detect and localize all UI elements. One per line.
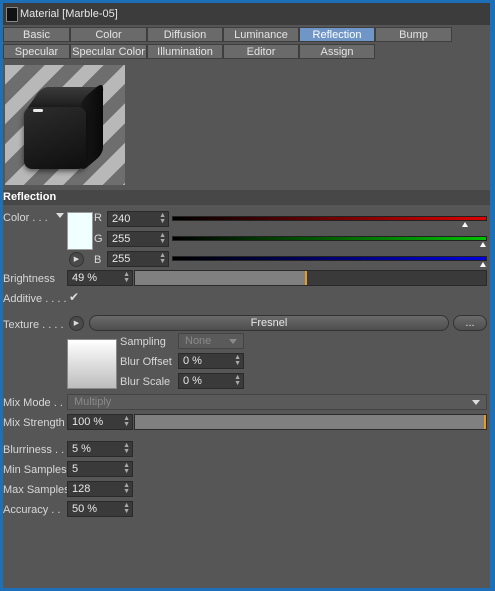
max-samples-label: Max Samples <box>3 484 70 496</box>
texture-label: Texture . . . . <box>3 319 64 331</box>
mix-strength-spinner-icon[interactable]: ▲ ▼ <box>123 415 130 428</box>
g-value-field[interactable]: 255 ▲ ▼ <box>107 231 169 247</box>
title-bar: Material [Marble-05] <box>3 3 490 25</box>
r-spinner-icon[interactable]: ▲ ▼ <box>159 212 166 225</box>
color-label: Color . . . <box>3 212 48 224</box>
blurriness-spinner-icon[interactable]: ▲ ▼ <box>123 442 130 455</box>
brightness-handle[interactable] <box>304 271 307 285</box>
texture-preview[interactable] <box>67 339 117 389</box>
window-title: Material [Marble-05] <box>20 8 118 20</box>
tab-illumination[interactable]: Illumination <box>147 44 223 59</box>
color-mode-button[interactable]: ▶ <box>69 252 84 267</box>
max-samples-spinner-icon[interactable]: ▲ ▼ <box>123 482 130 495</box>
texture-shader-name: Fresnel <box>250 317 288 329</box>
brightness-fill <box>135 271 307 285</box>
mix-strength-field[interactable]: 100 % ▲ ▼ <box>67 414 133 430</box>
tab-basic[interactable]: Basic <box>3 27 70 42</box>
tab-assign[interactable]: Assign <box>299 44 375 59</box>
blur-offset-label: Blur Offset <box>120 356 172 368</box>
texture-menu-button[interactable]: ▶ <box>69 316 84 331</box>
tab-color[interactable]: Color <box>70 27 147 42</box>
mix-strength-handle[interactable] <box>484 415 486 429</box>
blur-scale-value: 0 % <box>183 375 202 387</box>
blur-scale-field[interactable]: 0 % ▲ ▼ <box>178 373 244 389</box>
g-slider-handle[interactable] <box>480 242 486 247</box>
texture-more-button[interactable]: ... <box>453 315 487 331</box>
mix-mode-label: Mix Mode . . . <box>3 397 70 409</box>
additive-checkbox[interactable]: ✔ <box>69 290 79 304</box>
b-label: B <box>94 254 102 266</box>
tab-diffusion[interactable]: Diffusion <box>147 27 223 42</box>
material-editor-window: Material [Marble-05] Basic Color Diffusi… <box>3 3 490 588</box>
brightness-field[interactable]: 49 % ▲ ▼ <box>67 270 133 286</box>
blur-offset-field[interactable]: 0 % ▲ ▼ <box>178 353 244 369</box>
texture-more-label: ... <box>465 317 475 329</box>
tab-luminance[interactable]: Luminance <box>223 27 299 42</box>
g-label: G <box>94 233 103 245</box>
blur-offset-spinner-icon[interactable]: ▲ ▼ <box>234 354 241 367</box>
min-samples-label: Min Samples <box>3 464 67 476</box>
r-label: R <box>94 212 102 224</box>
min-samples-field[interactable]: 5 ▲ ▼ <box>67 461 133 477</box>
g-value: 255 <box>112 233 131 245</box>
r-slider-handle[interactable] <box>462 222 468 227</box>
b-spinner-icon[interactable]: ▲ ▼ <box>159 252 166 265</box>
cube-front-face <box>24 107 86 169</box>
sampling-label: Sampling <box>120 336 166 348</box>
app-logo-icon <box>6 7 18 22</box>
mix-strength-value: 100 % <box>72 416 104 428</box>
tab-bump[interactable]: Bump <box>375 27 452 42</box>
cube-highlight <box>33 109 43 112</box>
tab-specular-color[interactable]: Specular Color <box>70 44 147 59</box>
mix-strength-slider[interactable] <box>134 414 487 430</box>
mix-mode-value: Multiply <box>74 396 112 408</box>
sampling-value: None <box>185 335 212 347</box>
min-samples-spinner-icon[interactable]: ▲ ▼ <box>123 462 130 475</box>
section-header: Reflection <box>3 190 490 205</box>
additive-label: Additive . . . . <box>3 293 67 305</box>
blur-offset-value: 0 % <box>183 355 202 367</box>
b-value: 255 <box>112 253 131 265</box>
sampling-chevron-down-icon <box>229 339 237 344</box>
max-samples-value: 128 <box>72 483 91 495</box>
accuracy-spinner-icon[interactable]: ▲ ▼ <box>123 502 130 515</box>
texture-shader-button[interactable]: Fresnel <box>89 315 449 331</box>
b-slider[interactable] <box>172 256 487 261</box>
brightness-value: 49 % <box>72 272 98 284</box>
section-title: Reflection <box>3 191 57 203</box>
material-preview[interactable] <box>5 65 125 185</box>
mix-strength-label: Mix Strength <box>3 417 65 429</box>
brightness-slider[interactable] <box>134 270 487 286</box>
tab-reflection[interactable]: Reflection <box>299 27 375 42</box>
g-spinner-icon[interactable]: ▲ ▼ <box>159 232 166 245</box>
b-value-field[interactable]: 255 ▲ ▼ <box>107 251 169 267</box>
r-slider[interactable] <box>172 216 487 221</box>
blur-scale-label: Blur Scale <box>120 376 171 388</box>
max-samples-field[interactable]: 128 ▲ ▼ <box>67 481 133 497</box>
tab-editor[interactable]: Editor <box>223 44 299 59</box>
min-samples-value: 5 <box>72 463 79 475</box>
blurriness-label: Blurriness . . <box>3 444 65 456</box>
mix-mode-chevron-down-icon <box>472 400 480 405</box>
tab-specular[interactable]: Specular <box>3 44 70 59</box>
accuracy-value: 50 % <box>72 503 98 515</box>
color-swatch[interactable] <box>67 212 93 250</box>
mix-mode-dropdown[interactable]: Multiply <box>67 394 487 410</box>
blur-scale-spinner-icon[interactable]: ▲ ▼ <box>234 374 241 387</box>
brightness-spinner-icon[interactable]: ▲ ▼ <box>123 271 130 284</box>
blurriness-value: 5 % <box>72 443 91 455</box>
sampling-dropdown[interactable]: None <box>178 333 244 349</box>
blurriness-field[interactable]: 5 % ▲ ▼ <box>67 441 133 457</box>
brightness-label: Brightness <box>3 273 55 285</box>
mix-strength-fill <box>135 415 486 429</box>
b-slider-handle[interactable] <box>480 262 486 267</box>
color-menu-arrow-icon[interactable] <box>56 213 64 218</box>
accuracy-field[interactable]: 50 % ▲ ▼ <box>67 501 133 517</box>
r-value-field[interactable]: 240 ▲ ▼ <box>107 211 169 227</box>
r-value: 240 <box>112 213 131 225</box>
accuracy-label: Accuracy . . <box>3 504 61 516</box>
g-slider[interactable] <box>172 236 487 241</box>
